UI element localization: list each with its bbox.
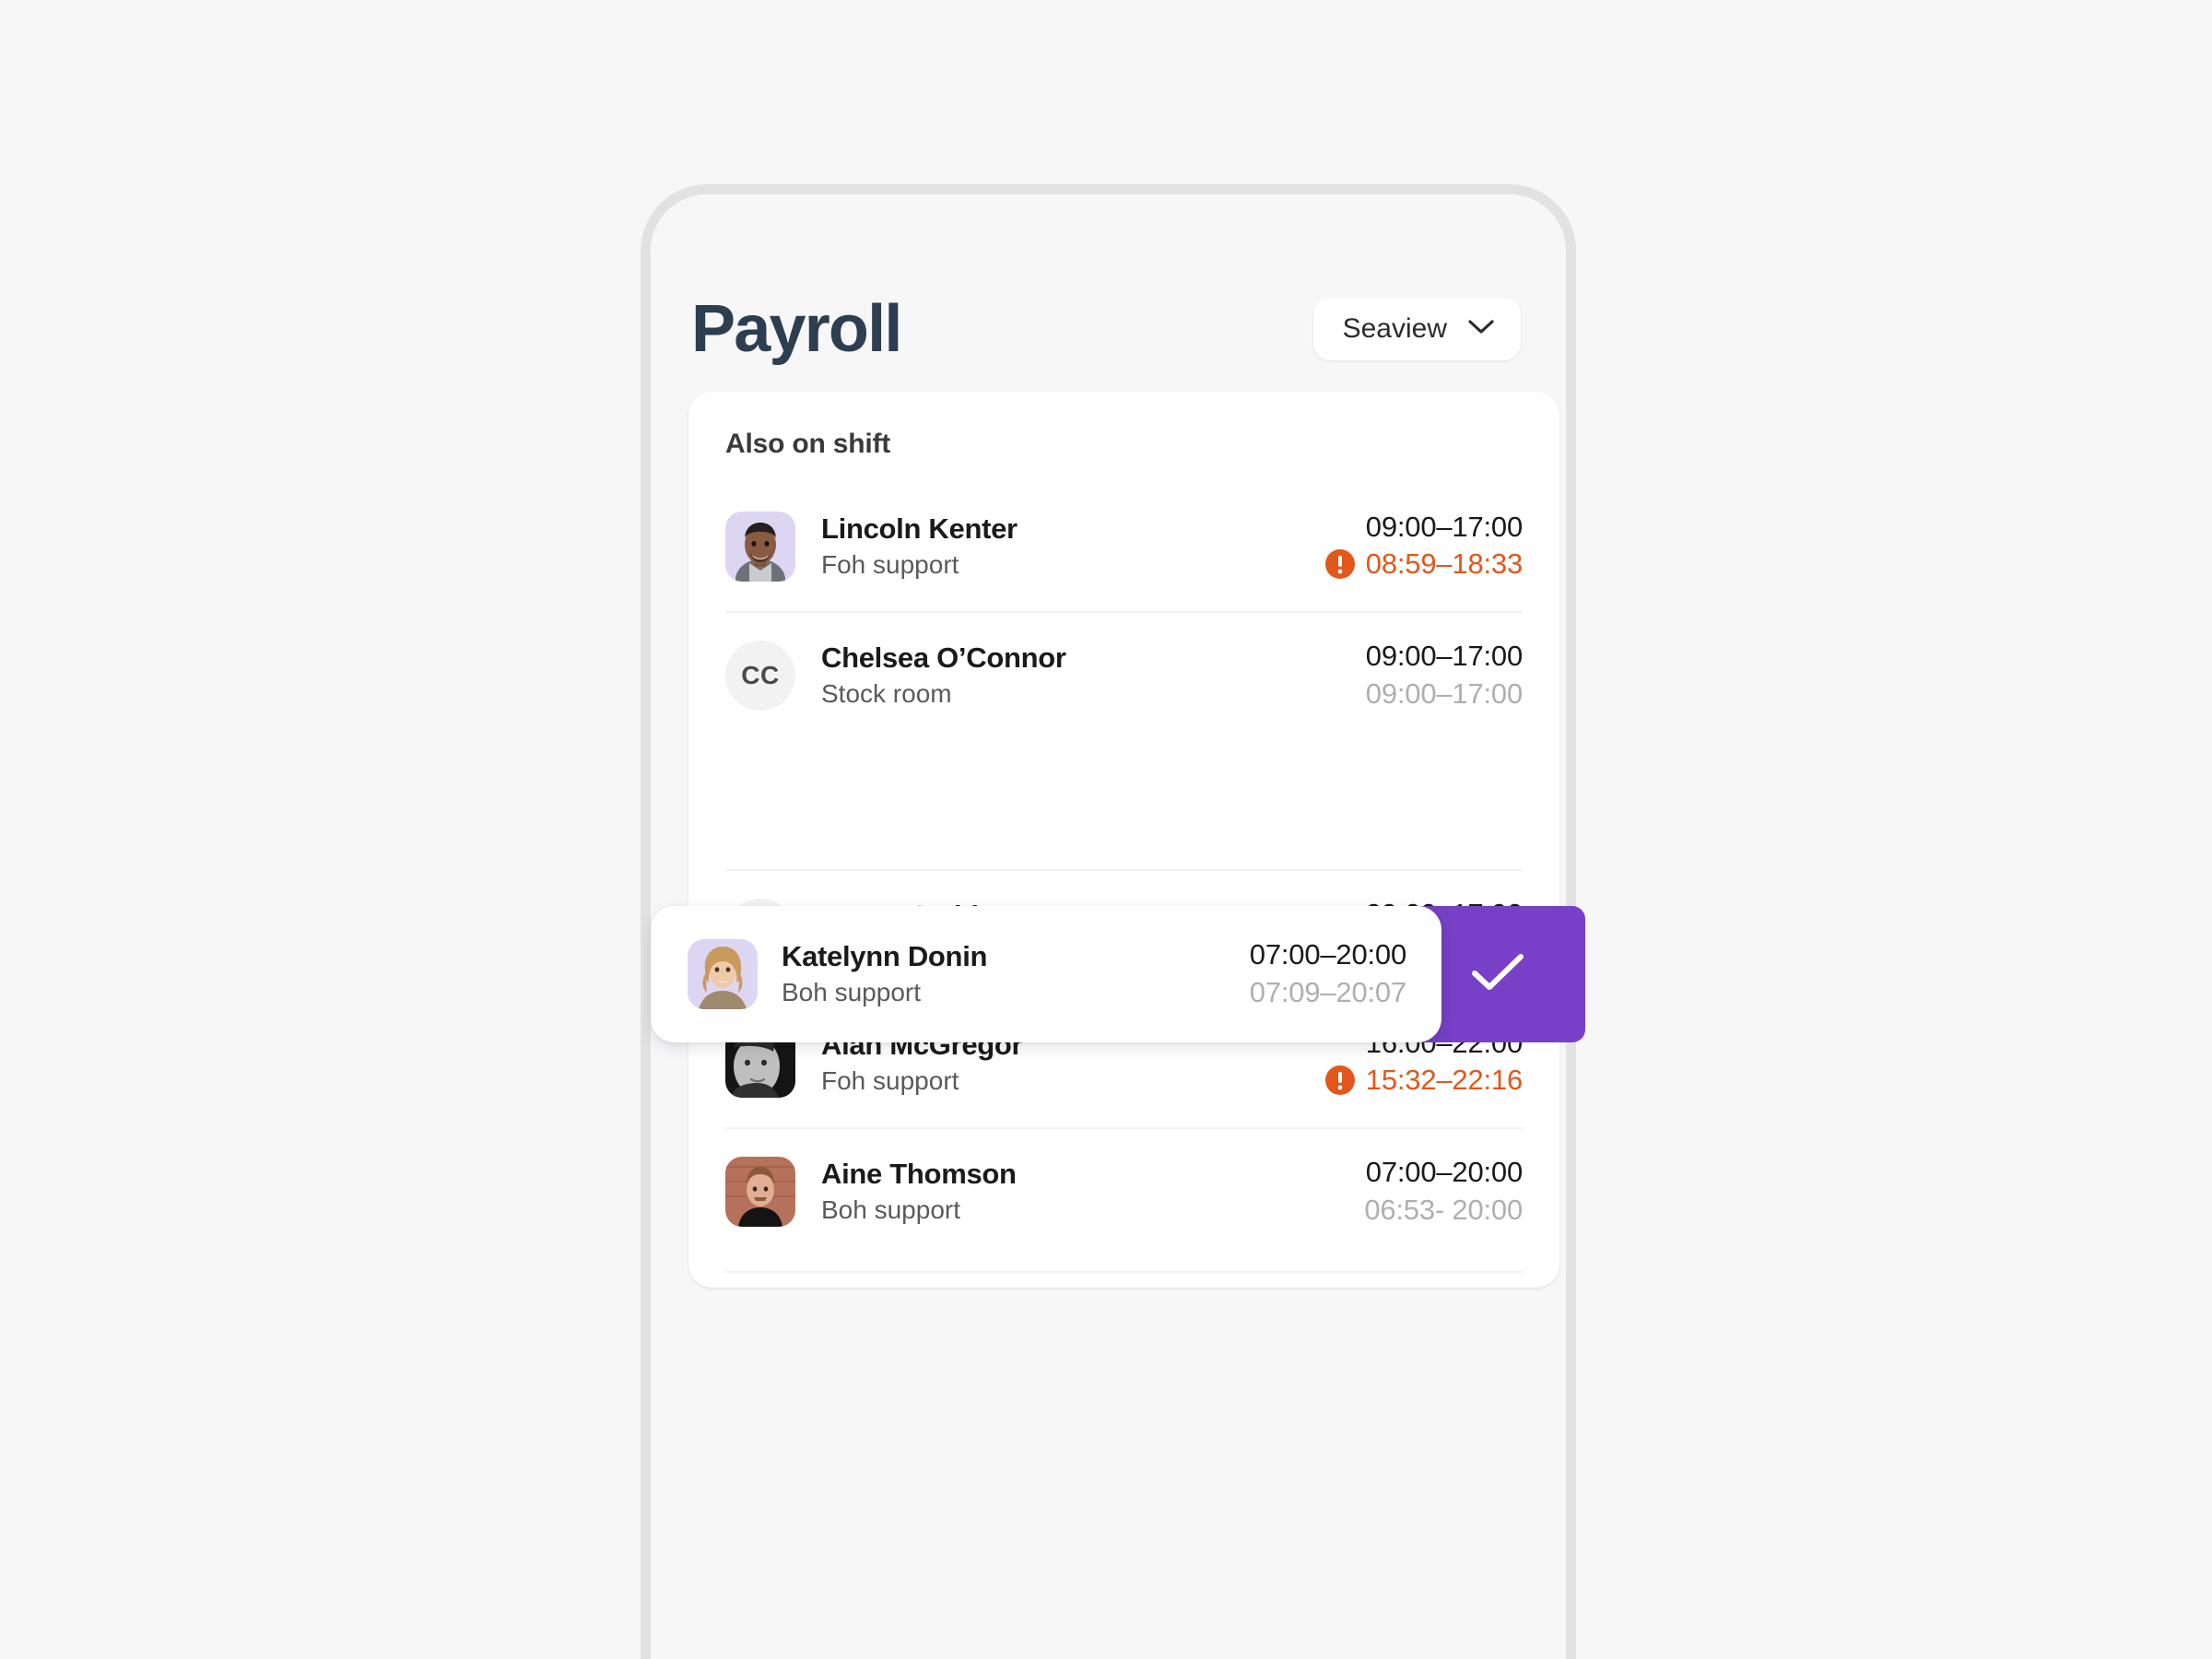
table-row[interactable]: Lincoln Kenter Foh support 09:00–17:00 0… <box>688 482 1559 611</box>
warning-icon <box>1324 1065 1355 1096</box>
employee-name: Katelynn Donin <box>782 939 988 972</box>
employee-role: Foh support <box>821 549 959 579</box>
actual-time-value: 08:59–18:33 <box>1365 547 1523 581</box>
employee-info: Katelynn Donin Boh support <box>782 939 1250 1009</box>
shift-times: 07:00–20:00 06:53- 20:00 <box>1364 1155 1523 1229</box>
table-row[interactable]: Aine Thomson Boh support 07:00–20:00 06:… <box>688 1127 1559 1273</box>
chevron-down-icon <box>1467 319 1495 340</box>
employee-role: Foh support <box>821 1065 959 1095</box>
location-select-value: Seaview <box>1342 313 1447 344</box>
scheduled-time: 09:00–17:00 <box>1365 510 1523 543</box>
actual-time: 06:53- 20:00 <box>1364 1193 1523 1226</box>
actual-time-alert: 15:32–22:16 <box>1324 1062 1523 1099</box>
employee-info: Chelsea O’Connor Stock room <box>821 641 1366 711</box>
avatar-initials: CC <box>725 641 795 711</box>
shift-row-list: Lincoln Kenter Foh support 09:00–17:00 0… <box>688 482 1559 1273</box>
employee-name: Lincoln Kenter <box>821 512 1018 545</box>
shift-times: 07:00–20:00 07:09–20:07 <box>1250 937 1406 1011</box>
employee-info: Aine Thomson Boh support <box>821 1157 1364 1227</box>
actual-time: 07:09–20:07 <box>1249 975 1406 1008</box>
avatar <box>725 512 795 582</box>
actual-time-alert: 08:59–18:33 <box>1324 546 1523 582</box>
employee-role: Boh support <box>821 1194 960 1224</box>
page-title: Payroll <box>691 292 902 366</box>
shift-times: 09:00–17:00 09:00–17:00 <box>1366 639 1523 712</box>
employee-name: Aine Thomson <box>821 1157 1017 1190</box>
warning-icon <box>1324 549 1355 580</box>
employee-info: Lincoln Kenter Foh support <box>821 512 1325 582</box>
actual-time-value: 15:32–22:16 <box>1365 1064 1523 1097</box>
avatar <box>725 1157 795 1227</box>
avatar <box>688 939 758 1009</box>
screenshot-stage: Payroll Seaview Pending Approved Also on <box>0 0 2212 1659</box>
app-header: Payroll Seaview <box>691 296 1521 362</box>
scheduled-time: 09:00–17:00 <box>1365 639 1523 672</box>
table-row[interactable]: CC Chelsea O’Connor Stock room 09:00–17:… <box>688 611 1559 740</box>
employee-role: Boh support <box>782 977 921 1006</box>
location-select-button[interactable]: Seaview <box>1312 298 1521 360</box>
scheduled-time: 07:00–20:00 <box>1249 937 1406 971</box>
employee-name: Chelsea O’Connor <box>821 641 1066 674</box>
selected-shift-row: Katelynn Donin Boh support 07:00–20:00 0… <box>651 906 1585 1042</box>
employee-role: Stock room <box>821 678 952 708</box>
shift-times: 09:00–17:00 08:59–18:33 <box>1324 510 1523 584</box>
scheduled-time: 07:00–20:00 <box>1365 1155 1523 1188</box>
selected-row-content[interactable]: Katelynn Donin Boh support 07:00–20:00 0… <box>651 906 1441 1042</box>
check-icon <box>1470 951 1525 998</box>
phone-screen: Payroll Seaview Pending Approved Also on <box>651 194 1585 1659</box>
also-on-shift-card: Also on shift Lincoln Kenter Foh support… <box>651 392 1585 1288</box>
actual-time: 09:00–17:00 <box>1365 677 1523 710</box>
phone-frame: Payroll Seaview Pending Approved Also on <box>641 184 1585 1659</box>
card-title: Also on shift <box>725 429 891 459</box>
